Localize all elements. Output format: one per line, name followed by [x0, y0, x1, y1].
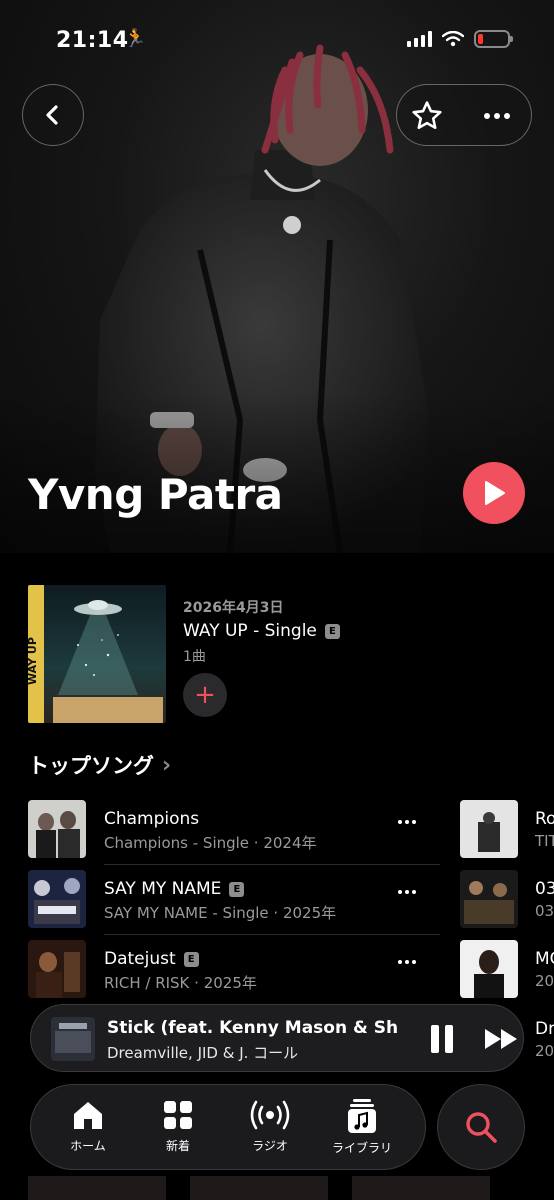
now-playing-artist: Dreamville, JID & J. コール: [107, 1044, 299, 1062]
play-icon: [485, 481, 505, 505]
pause-button[interactable]: [429, 1025, 455, 1053]
tab-bar: ホーム 新着 ラジオ ライブラリ: [30, 1084, 426, 1170]
song-subtitle: Champions - Single · 2024年: [104, 834, 317, 852]
song-artwork: [460, 870, 518, 928]
search-button[interactable]: [437, 1084, 525, 1170]
back-button[interactable]: [22, 84, 84, 146]
song-row[interactable]: 03 03: [460, 870, 554, 930]
tab-home[interactable]: ホーム: [43, 1099, 133, 1154]
tab-label: ライブラリ: [331, 1141, 392, 1155]
release-date: 2026年4月3日: [183, 600, 284, 616]
now-playing-artwork: [51, 1017, 95, 1061]
tab-radio[interactable]: ラジオ: [225, 1099, 315, 1154]
tab-label: 新着: [165, 1139, 190, 1153]
song-row[interactable]: SAY MY NAME E SAY MY NAME - Single · 202…: [28, 870, 440, 930]
release-track-count: 1曲: [183, 649, 206, 665]
top-actions: [396, 84, 532, 146]
status-time: 21:14: [56, 28, 129, 53]
album-art: WAY UP: [28, 585, 166, 723]
song-title-row: Champions: [104, 809, 199, 829]
plus-icon: +: [194, 680, 216, 710]
song-more-button[interactable]: [398, 820, 416, 824]
svg-text:WAY UP: WAY UP: [28, 637, 39, 685]
radio-icon: [250, 1100, 290, 1130]
song-subtitle: SAY MY NAME - Single · 2025年: [104, 904, 337, 922]
wifi-icon: [442, 31, 464, 47]
tab-library[interactable]: ライブラリ: [317, 1099, 407, 1156]
song-subtitle: TIT: [535, 832, 554, 850]
row-divider: [104, 864, 440, 865]
home-icon: [74, 1102, 102, 1129]
star-icon: [412, 101, 442, 130]
song-row[interactable]: Datejust E RICH / RISK · 2025年: [28, 940, 440, 1000]
library-icon: [348, 1099, 376, 1133]
song-row[interactable]: MC 20: [460, 940, 554, 1000]
status-icons: [407, 30, 513, 48]
song-subtitle: 20: [535, 972, 554, 990]
song-more-button[interactable]: [398, 890, 416, 894]
section-title: トップソング: [28, 754, 154, 778]
chevron-right-icon: ›: [162, 752, 172, 778]
more-button[interactable]: [475, 97, 519, 135]
explicit-badge: E: [183, 951, 199, 967]
next-track-button[interactable]: [483, 1027, 521, 1051]
song-artwork: [28, 870, 86, 928]
release-title: WAY UP - Single: [183, 621, 317, 641]
song-title: Champions: [104, 809, 200, 829]
more-content-peek: [0, 1176, 554, 1200]
fast-forward-icon: [485, 1029, 517, 1049]
now-playing-title: Stick (feat. Kenny Mason & Sh: [107, 1018, 399, 1038]
grid-icon: [164, 1101, 192, 1129]
tab-label: ラジオ: [252, 1139, 288, 1153]
row-divider: [104, 934, 440, 935]
song-row[interactable]: Ro TIT: [460, 800, 554, 860]
mini-player[interactable]: Stick (feat. Kenny Mason & Sh Dreamville…: [30, 1004, 524, 1072]
battery-icon: [474, 30, 513, 48]
tab-new[interactable]: 新着: [133, 1099, 223, 1154]
song-title: 03: [535, 879, 554, 899]
artist-name: Yvng Patra: [28, 470, 283, 519]
song-title: Dr: [535, 1019, 554, 1039]
song-artwork: [28, 940, 86, 998]
top-songs-header[interactable]: トップソング ›: [28, 750, 171, 780]
song-title: SAY MY NAME: [104, 879, 222, 899]
favorite-button[interactable]: [407, 97, 447, 135]
cellular-signal-icon: [407, 31, 432, 47]
activity-icon: 🏃: [124, 28, 147, 49]
play-button[interactable]: [463, 462, 525, 524]
explicit-badge: E: [324, 623, 340, 639]
search-icon: [466, 1112, 497, 1143]
song-title: Datejust: [104, 949, 176, 969]
release-title-row[interactable]: WAY UP - Single E: [183, 621, 340, 641]
song-title: Ro: [535, 809, 554, 829]
song-title: MC: [535, 949, 554, 969]
song-subtitle: RICH / RISK · 2025年: [104, 974, 257, 992]
add-to-library-button[interactable]: +: [183, 673, 227, 717]
song-row[interactable]: Champions Champions - Single · 2024年: [28, 800, 440, 860]
release-cover-art[interactable]: WAY UP: [28, 585, 166, 723]
song-title-row: SAY MY NAME E: [104, 879, 245, 899]
explicit-badge: E: [229, 881, 245, 897]
song-more-button[interactable]: [398, 960, 416, 964]
song-artwork: [28, 800, 86, 858]
song-subtitle: 20: [535, 1042, 554, 1060]
song-artwork: [460, 800, 518, 858]
song-artwork: [460, 940, 518, 998]
song-subtitle: 03: [535, 902, 554, 920]
tab-label: ホーム: [70, 1139, 106, 1153]
chevron-left-icon: [46, 105, 58, 125]
song-title-row: Datejust E: [104, 949, 199, 969]
